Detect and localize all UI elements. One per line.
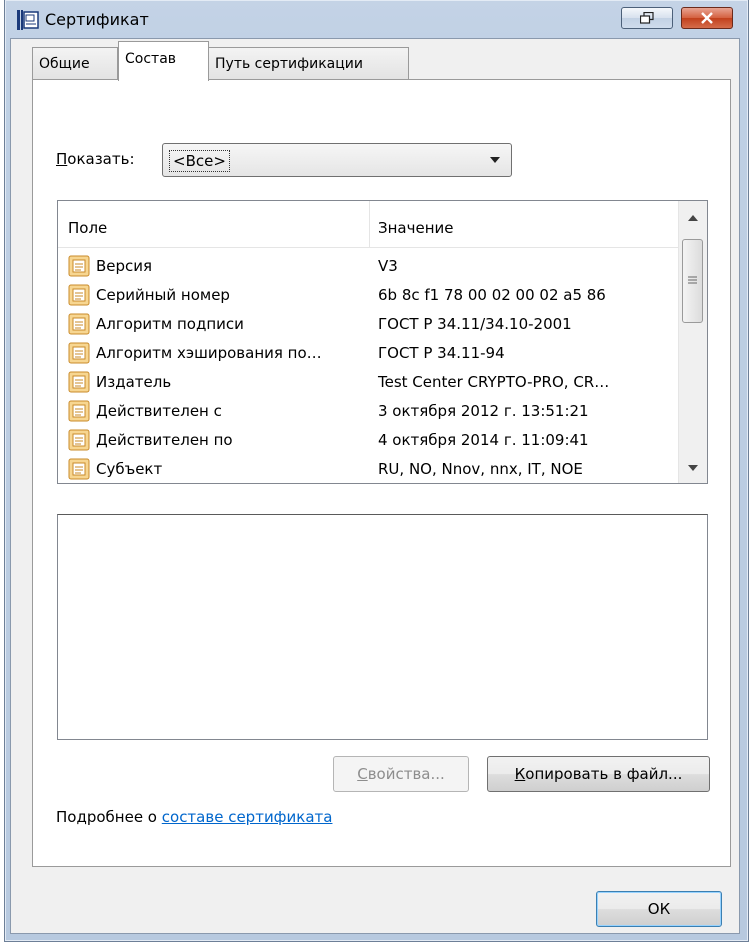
window-title: Сертификат xyxy=(45,10,149,29)
list-scrollbar[interactable] xyxy=(678,201,707,483)
close-button[interactable] xyxy=(681,7,733,29)
field-value: 3 октября 2012 г. 13:51:21 xyxy=(378,402,589,420)
list-item[interactable]: Серийный номер 6b 8c f1 78 00 02 00 02 a… xyxy=(58,281,678,309)
field-name: Действителен по xyxy=(96,431,233,449)
field-name: Алгоритм подписи xyxy=(96,315,244,333)
grip-icon xyxy=(688,276,697,284)
tab-details[interactable]: Состав xyxy=(118,41,209,81)
column-divider[interactable] xyxy=(369,201,370,247)
field-name: Серийный номер xyxy=(96,286,230,304)
field-name: Версия xyxy=(96,257,153,275)
field-detail-box[interactable] xyxy=(57,514,708,740)
field-icon xyxy=(68,342,90,364)
title-bar[interactable]: Сертификат xyxy=(5,0,748,34)
field-icon xyxy=(68,313,90,335)
close-icon xyxy=(701,12,713,24)
field-name: Субъект xyxy=(96,460,163,478)
list-item[interactable]: Действителен по 4 октября 2014 г. 11:09:… xyxy=(58,426,678,454)
field-value: ГОСТ Р 34.11-94 xyxy=(378,344,505,362)
field-name: Алгоритм хэширования по… xyxy=(96,344,322,362)
scroll-down-icon[interactable] xyxy=(688,465,698,471)
scroll-up-icon[interactable] xyxy=(688,215,698,221)
field-icon xyxy=(68,284,90,306)
column-header-value[interactable]: Значение xyxy=(378,219,454,237)
certificate-details-link[interactable]: составе сертификата xyxy=(162,808,333,826)
field-icon xyxy=(68,400,90,422)
list-item[interactable]: Издатель Test Center CRYPTO-PRO, CR… xyxy=(58,368,678,396)
field-name: Издатель xyxy=(96,373,172,391)
copy-to-file-button[interactable]: Копировать в файл... xyxy=(487,756,710,792)
field-icon xyxy=(68,371,90,393)
field-value: 4 октября 2014 г. 11:09:41 xyxy=(378,431,589,449)
ok-button[interactable]: ОК xyxy=(596,891,722,927)
show-dropdown-value: <Все> xyxy=(169,150,230,172)
column-header-field[interactable]: Поле xyxy=(68,219,107,237)
list-item[interactable]: Алгоритм подписи ГОСТ Р 34.11/34.10-2001 xyxy=(58,310,678,338)
field-icon xyxy=(68,255,90,277)
fields-list[interactable]: Поле Значение Версия V3 Серийный номер 6… xyxy=(57,200,708,484)
list-item[interactable]: Субъект RU, NO, Nnov, nnx, IT, NOE xyxy=(58,455,678,483)
field-value: Test Center CRYPTO-PRO, CR… xyxy=(378,373,610,391)
show-dropdown[interactable]: <Все> xyxy=(162,143,512,177)
list-item[interactable]: Версия V3 xyxy=(58,252,678,280)
field-name: Действителен с xyxy=(96,402,222,420)
chevron-down-icon xyxy=(490,157,500,163)
list-header: Поле Значение xyxy=(58,201,678,248)
show-label: Показать: xyxy=(56,150,135,168)
field-value: V3 xyxy=(378,257,398,275)
properties-button[interactable]: Свойства... xyxy=(333,756,469,792)
field-value: 6b 8c f1 78 00 02 00 02 a5 86 xyxy=(378,286,606,304)
scrollbar-thumb[interactable] xyxy=(682,239,703,323)
field-value: ГОСТ Р 34.11/34.10-2001 xyxy=(378,315,572,333)
field-icon xyxy=(68,458,90,480)
field-icon xyxy=(68,429,90,451)
list-item[interactable]: Действителен с 3 октября 2012 г. 13:51:2… xyxy=(58,397,678,425)
more-info-text: Подробнее о составе сертификата xyxy=(56,808,333,826)
certificate-icon xyxy=(17,10,39,30)
tab-certification-path[interactable]: Путь сертификации xyxy=(208,47,409,79)
restore-icon xyxy=(640,12,654,24)
field-value: RU, NO, Nnov, nnx, IT, NOE xyxy=(378,460,583,478)
restore-button[interactable] xyxy=(621,7,673,29)
tab-general[interactable]: Общие xyxy=(32,47,118,79)
list-item[interactable]: Алгоритм хэширования по… ГОСТ Р 34.11-94 xyxy=(58,339,678,367)
